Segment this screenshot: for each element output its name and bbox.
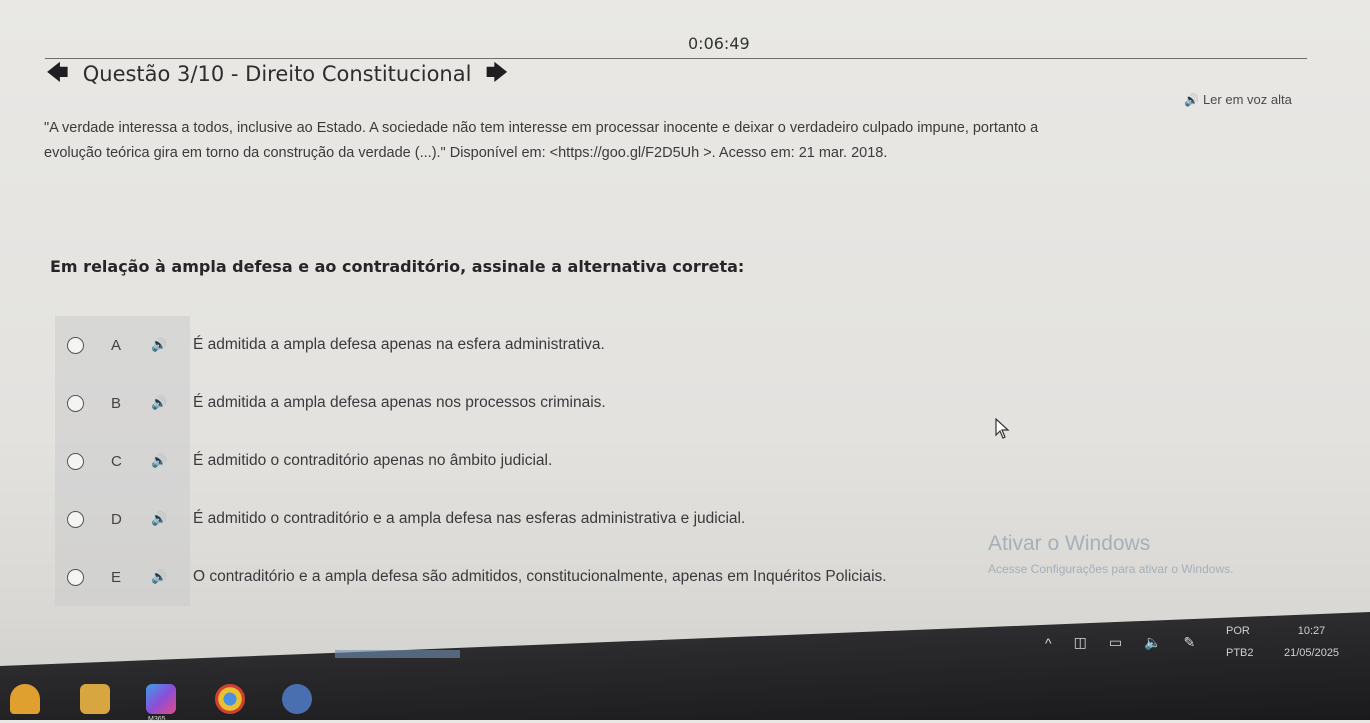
option-letter: E xyxy=(111,568,122,586)
pen-icon[interactable]: ✎ xyxy=(1183,634,1195,651)
watermark-title: Ativar o Windows xyxy=(988,532,1151,555)
app-icon-2[interactable] xyxy=(282,684,312,714)
option-letter: D xyxy=(111,510,122,528)
option-text[interactable]: É admitida a ampla defesa apenas nos pro… xyxy=(193,394,606,412)
network-icon[interactable]: ◫ xyxy=(1074,634,1087,651)
option-letter: C xyxy=(111,452,122,470)
option-letter: A xyxy=(111,336,122,354)
clock-time: 10:27 xyxy=(1297,625,1326,637)
speaker-icon[interactable]: 🔊 xyxy=(151,395,171,411)
option-text[interactable]: É admitido o contraditório apenas no âmb… xyxy=(193,452,552,470)
battery-icon[interactable]: ▭ xyxy=(1109,634,1122,651)
radio-button[interactable] xyxy=(67,452,84,470)
radio-button[interactable] xyxy=(67,568,84,586)
option-b[interactable]: B 🔊 É admitida a ampla defesa apenas nos… xyxy=(55,374,1255,432)
language-code: POR xyxy=(1226,625,1250,637)
exam-timer: 0:06:49 xyxy=(688,34,750,53)
m365-icon[interactable]: M365 xyxy=(146,684,176,723)
speaker-icon[interactable]: 🔊 xyxy=(151,453,171,469)
keyboard-layout: PTB2 xyxy=(1226,647,1254,659)
quote-line-1: "A verdade interessa a todos, inclusive … xyxy=(44,120,1039,136)
option-c[interactable]: C 🔊 É admitido o contraditório apenas no… xyxy=(55,432,1255,490)
radio-button[interactable] xyxy=(67,394,84,412)
system-tray: ^ ◫ ▭ 🔈 ✎ xyxy=(1045,634,1195,651)
read-aloud-button[interactable]: 🔊 Ler em voz alta xyxy=(1184,92,1292,107)
speaker-icon: 🔊 xyxy=(1184,92,1199,107)
question-title: Questão 3/10 - Direito Constitucional xyxy=(82,62,472,86)
question-context-quote: "A verdade interessa a todos, inclusive … xyxy=(44,116,1284,166)
option-text[interactable]: O contraditório e a ampla defesa são adm… xyxy=(193,568,887,586)
speaker-icon[interactable]: 🔊 xyxy=(151,511,171,527)
mouse-cursor-icon xyxy=(995,418,1010,439)
quote-line-2: evolução teórica gira em torno da constr… xyxy=(44,145,888,161)
app-icon[interactable] xyxy=(10,684,40,714)
speaker-icon[interactable]: 🔊 xyxy=(151,337,171,353)
watermark-subtitle: Acesse Configurações para ativar o Windo… xyxy=(988,562,1234,576)
option-text[interactable]: É admitido o contraditório e a ampla def… xyxy=(193,510,745,528)
read-aloud-label: Ler em voz alta xyxy=(1202,92,1292,107)
option-letter: B xyxy=(111,394,122,412)
file-explorer-icon[interactable] xyxy=(80,684,110,714)
option-a[interactable]: A 🔊 É admitida a ampla defesa apenas na … xyxy=(55,316,1255,374)
radio-button[interactable] xyxy=(67,510,84,528)
arrow-left-icon[interactable]: 🡄 xyxy=(46,63,69,85)
windows-activation-watermark: Ativar o Windows Acesse Configurações pa… xyxy=(988,532,1233,576)
header-divider xyxy=(45,58,1307,59)
chevron-up-icon[interactable]: ^ xyxy=(1045,635,1052,651)
question-prompt: Em relação à ampla defesa e ao contradit… xyxy=(50,257,745,276)
clock-date: 21/05/2025 xyxy=(1284,647,1340,659)
question-header: 🡄 Questão 3/10 - Direito Constitucional … xyxy=(46,62,508,86)
radio-button[interactable] xyxy=(67,336,84,354)
volume-icon[interactable]: 🔈 xyxy=(1144,634,1161,651)
taskbar-apps: M365 xyxy=(0,676,400,723)
chrome-icon[interactable] xyxy=(215,684,245,714)
language-indicator[interactable]: POR PTB2 xyxy=(1226,620,1254,664)
taskbar-active-indicator xyxy=(335,650,460,658)
option-text[interactable]: É admitida a ampla defesa apenas na esfe… xyxy=(193,336,605,354)
arrow-right-icon[interactable]: 🡆 xyxy=(485,63,508,85)
speaker-icon[interactable]: 🔊 xyxy=(151,569,171,585)
clock[interactable]: 10:27 21/05/2025 xyxy=(1284,620,1339,664)
